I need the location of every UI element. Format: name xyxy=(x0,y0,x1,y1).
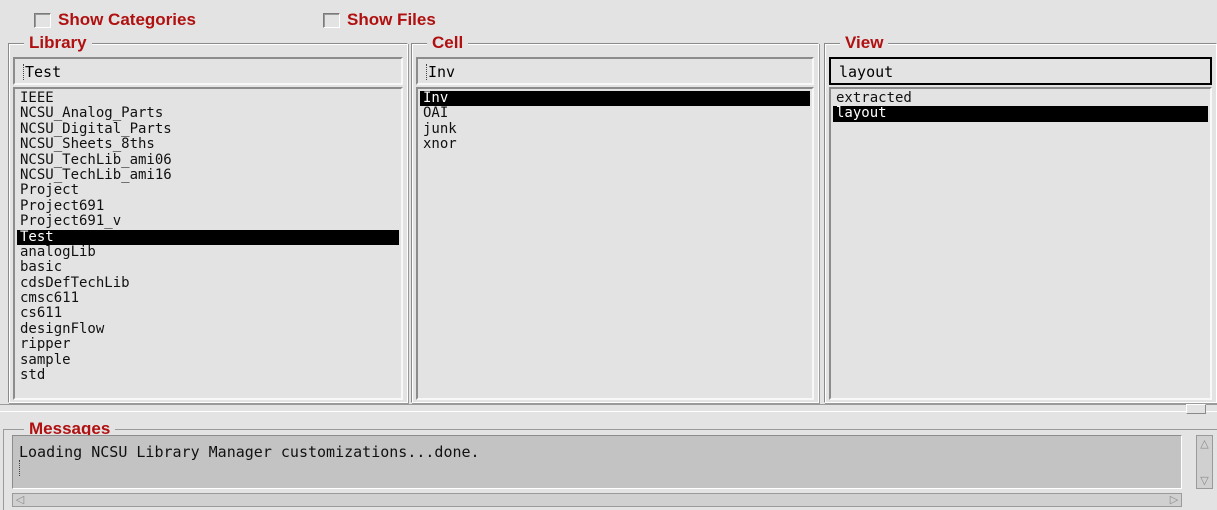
cell-input[interactable]: Inv xyxy=(416,57,814,85)
scroll-up-arrow-icon[interactable]: △ xyxy=(1199,438,1210,449)
cell-list-item[interactable]: OAI xyxy=(420,105,810,121)
library-list-item[interactable]: analogLib xyxy=(17,244,399,260)
messages-area[interactable]: Loading NCSU Library Manager customizati… xyxy=(12,435,1182,489)
library-list-item[interactable]: NCSU_TechLib_ami16 xyxy=(17,167,399,183)
view-input-value: layout xyxy=(839,63,894,81)
cell-pane: Cell Inv Inv OAI junk xnor xyxy=(411,34,819,403)
view-pane: View layout extracted layout xyxy=(824,34,1217,403)
options-bar: Show Categories Show Files xyxy=(0,0,1217,38)
show-categories-checkbox[interactable] xyxy=(34,13,51,28)
scroll-right-arrow-icon[interactable]: ▷ xyxy=(1168,494,1180,506)
text-cursor xyxy=(19,460,25,476)
cell-list-item[interactable]: junk xyxy=(420,121,810,137)
view-list-item[interactable]: extracted xyxy=(833,90,1208,106)
library-list-item[interactable]: cmsc611 xyxy=(17,290,399,306)
library-list-item[interactable]: NCSU_Digital_Parts xyxy=(17,121,399,137)
library-list-item[interactable]: NCSU_Analog_Parts xyxy=(17,105,399,121)
cell-list[interactable]: Inv OAI junk xnor xyxy=(416,87,814,400)
view-list-item[interactable]: layout xyxy=(833,105,1208,122)
view-list[interactable]: extracted layout xyxy=(829,87,1212,400)
library-list-item[interactable]: cs611 xyxy=(17,306,399,322)
view-title: View xyxy=(840,34,889,51)
show-categories-label[interactable]: Show Categories xyxy=(58,10,196,30)
library-list-item[interactable]: Project691 xyxy=(17,198,399,214)
library-list-item[interactable]: basic xyxy=(17,259,399,275)
library-list-item[interactable]: NCSU_TechLib_ami06 xyxy=(17,152,399,168)
library-list-item[interactable]: sample xyxy=(17,352,399,368)
library-list-item[interactable]: Project xyxy=(17,182,399,198)
show-files-label[interactable]: Show Files xyxy=(347,10,436,30)
library-input[interactable]: Test xyxy=(13,57,403,85)
library-list-item[interactable]: std xyxy=(17,367,399,383)
cell-list-item[interactable]: xnor xyxy=(420,136,810,152)
library-list[interactable]: IEEE NCSU_Analog_Parts NCSU_Digital_Parts N… xyxy=(13,87,403,400)
scroll-left-arrow-icon[interactable]: ◁ xyxy=(14,494,26,506)
cell-title: Cell xyxy=(427,34,469,51)
message-line: Loading NCSU Library Manager customizati… xyxy=(19,443,480,461)
messages-horizontal-scrollbar[interactable]: ◁ ▷ xyxy=(12,493,1182,507)
library-list-item[interactable]: ripper xyxy=(17,336,399,352)
library-pane: Library Test IEEE NCSU_Analog_Parts NCSU_D… xyxy=(8,34,408,403)
library-list-item[interactable]: NCSU_Sheets_8ths xyxy=(17,136,399,152)
library-list-item[interactable]: Project691_v xyxy=(17,213,399,229)
messages-pane: Messages Loading NCSU Library Manager cu… xyxy=(0,413,1217,510)
messages-vertical-scrollbar[interactable]: △ ▽ xyxy=(1196,435,1213,489)
show-files-checkbox[interactable] xyxy=(323,13,340,28)
library-list-item[interactable]: IEEE xyxy=(17,90,399,106)
pane-divider xyxy=(0,404,1217,412)
cell-input-value: Inv xyxy=(428,63,456,81)
scroll-down-arrow-icon[interactable]: ▽ xyxy=(1199,475,1210,486)
cell-list-item[interactable]: Inv xyxy=(420,90,810,107)
library-list-item[interactable]: Test xyxy=(17,229,399,245)
library-input-value: Test xyxy=(25,63,62,81)
library-list-item[interactable]: designFlow xyxy=(17,321,399,337)
library-list-item[interactable]: cdsDefTechLib xyxy=(17,275,399,291)
library-title: Library xyxy=(24,34,92,51)
view-input[interactable]: layout xyxy=(829,57,1212,85)
